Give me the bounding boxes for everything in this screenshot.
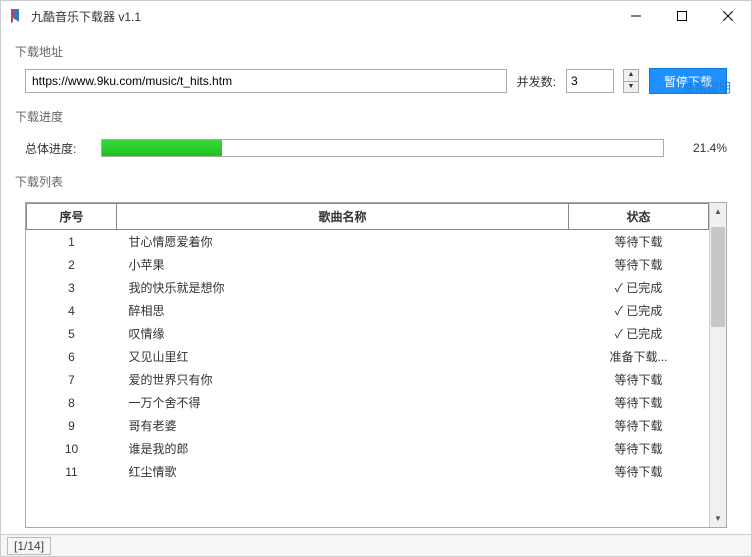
titlebar: 九酷音乐下载器 v1.1 bbox=[1, 1, 751, 31]
table-scroll[interactable]: 序号 歌曲名称 状态 1甘心情愿爱着你等待下载2小苹果等待下载3我的快乐就是想你… bbox=[26, 203, 709, 527]
cell-index: 11 bbox=[27, 460, 117, 483]
table-row[interactable]: 11红尘情歌等待下载 bbox=[27, 460, 709, 483]
table-row[interactable]: 5叹情缘✓ 已完成 bbox=[27, 322, 709, 345]
progress-bar bbox=[101, 139, 664, 157]
content-area: 使用说明 下载地址 并发数: ▲ ▼ 暂停下载 下载进度 总体进度: 21.4%… bbox=[1, 31, 751, 534]
cell-index: 7 bbox=[27, 368, 117, 391]
cell-status: 等待下载 bbox=[569, 230, 709, 254]
statusbar-text: [1/14] bbox=[7, 537, 51, 555]
cell-status: 等待下载 bbox=[569, 253, 709, 276]
progress-section-label: 下载进度 bbox=[15, 108, 737, 125]
cell-index: 3 bbox=[27, 276, 117, 299]
maximize-button[interactable] bbox=[659, 1, 705, 31]
close-button[interactable] bbox=[705, 1, 751, 31]
cell-status: 准备下载... bbox=[569, 345, 709, 368]
cell-index: 6 bbox=[27, 345, 117, 368]
overall-progress-label: 总体进度: bbox=[25, 140, 83, 157]
cell-status: 等待下载 bbox=[569, 437, 709, 460]
table-row[interactable]: 9哥有老婆等待下载 bbox=[27, 414, 709, 437]
cell-status: ✓ 已完成 bbox=[569, 299, 709, 322]
cell-name: 一万个舍不得 bbox=[117, 391, 569, 414]
window-title: 九酷音乐下载器 v1.1 bbox=[31, 8, 613, 25]
spinner-down-button[interactable]: ▼ bbox=[623, 81, 639, 93]
progress-row: 总体进度: 21.4% bbox=[15, 133, 737, 169]
url-row: 并发数: ▲ ▼ 暂停下载 bbox=[15, 68, 737, 104]
table-row[interactable]: 3我的快乐就是想你✓ 已完成 bbox=[27, 276, 709, 299]
header-index[interactable]: 序号 bbox=[27, 204, 117, 230]
help-link[interactable]: 使用说明 bbox=[683, 79, 731, 96]
spinner-up-button[interactable]: ▲ bbox=[623, 69, 639, 81]
cell-status: 等待下载 bbox=[569, 368, 709, 391]
cell-name: 叹情缘 bbox=[117, 322, 569, 345]
cell-index: 2 bbox=[27, 253, 117, 276]
cell-name: 醉相思 bbox=[117, 299, 569, 322]
table-row[interactable]: 6又见山里红准备下载... bbox=[27, 345, 709, 368]
cell-name: 谁是我的郎 bbox=[117, 437, 569, 460]
cell-status: ✓ 已完成 bbox=[569, 322, 709, 345]
cell-name: 红尘情歌 bbox=[117, 460, 569, 483]
table-header-row: 序号 歌曲名称 状态 bbox=[27, 204, 709, 230]
cell-index: 8 bbox=[27, 391, 117, 414]
concurrency-label: 并发数: bbox=[517, 73, 556, 90]
cell-name: 小苹果 bbox=[117, 253, 569, 276]
cell-index: 4 bbox=[27, 299, 117, 322]
url-section-label: 下载地址 bbox=[15, 43, 737, 60]
progress-percent: 21.4% bbox=[682, 141, 727, 155]
window-controls bbox=[613, 1, 751, 31]
cell-index: 5 bbox=[27, 322, 117, 345]
cell-status: 等待下载 bbox=[569, 391, 709, 414]
scrollbar-thumb[interactable] bbox=[711, 227, 725, 327]
download-table: 序号 歌曲名称 状态 1甘心情愿爱着你等待下载2小苹果等待下载3我的快乐就是想你… bbox=[26, 203, 709, 483]
progress-bar-fill bbox=[102, 140, 222, 156]
cell-name: 哥有老婆 bbox=[117, 414, 569, 437]
download-table-container: 序号 歌曲名称 状态 1甘心情愿爱着你等待下载2小苹果等待下载3我的快乐就是想你… bbox=[25, 202, 727, 528]
app-icon bbox=[9, 8, 25, 24]
header-name[interactable]: 歌曲名称 bbox=[117, 204, 569, 230]
table-row[interactable]: 8一万个舍不得等待下载 bbox=[27, 391, 709, 414]
table-row[interactable]: 4醉相思✓ 已完成 bbox=[27, 299, 709, 322]
table-row[interactable]: 2小苹果等待下载 bbox=[27, 253, 709, 276]
table-row[interactable]: 7爱的世界只有你等待下载 bbox=[27, 368, 709, 391]
concurrency-input[interactable] bbox=[566, 69, 614, 93]
cell-name: 又见山里红 bbox=[117, 345, 569, 368]
url-input[interactable] bbox=[25, 69, 507, 93]
cell-name: 我的快乐就是想你 bbox=[117, 276, 569, 299]
cell-name: 爱的世界只有你 bbox=[117, 368, 569, 391]
cell-index: 1 bbox=[27, 230, 117, 254]
vertical-scrollbar[interactable]: ▲ ▼ bbox=[709, 203, 726, 527]
cell-status: ✓ 已完成 bbox=[569, 276, 709, 299]
list-section-label: 下载列表 bbox=[15, 173, 737, 190]
scrollbar-up-icon[interactable]: ▲ bbox=[710, 203, 726, 220]
cell-name: 甘心情愿爱着你 bbox=[117, 230, 569, 254]
table-row[interactable]: 10谁是我的郎等待下载 bbox=[27, 437, 709, 460]
cell-index: 10 bbox=[27, 437, 117, 460]
header-status[interactable]: 状态 bbox=[569, 204, 709, 230]
scrollbar-down-icon[interactable]: ▼ bbox=[710, 510, 726, 527]
statusbar: [1/14] bbox=[1, 534, 751, 556]
cell-index: 9 bbox=[27, 414, 117, 437]
cell-status: 等待下载 bbox=[569, 414, 709, 437]
concurrency-spinner: ▲ ▼ bbox=[623, 69, 639, 93]
minimize-button[interactable] bbox=[613, 1, 659, 31]
cell-status: 等待下载 bbox=[569, 460, 709, 483]
table-row[interactable]: 1甘心情愿爱着你等待下载 bbox=[27, 230, 709, 254]
